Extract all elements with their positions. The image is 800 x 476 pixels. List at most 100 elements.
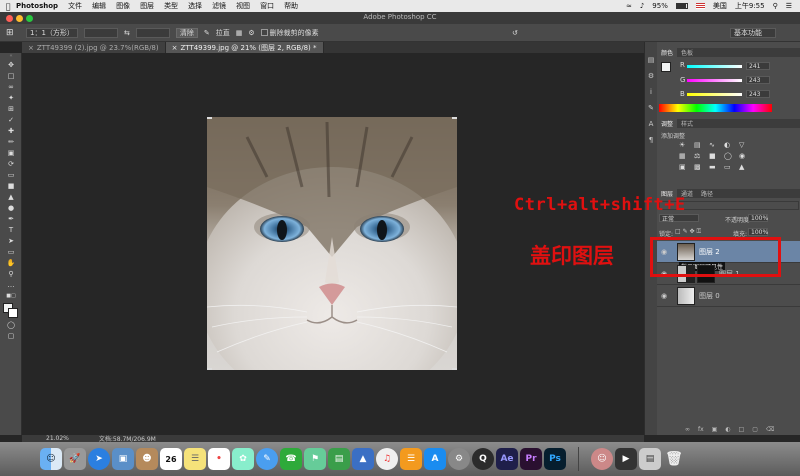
delete-cropped-option[interactable]: 删除裁剪的像素 (260, 28, 319, 38)
menu-app-name[interactable]: Photoshop (16, 2, 58, 10)
fill-value[interactable]: 100% (748, 228, 768, 236)
blend-mode-select[interactable]: 正常 (659, 214, 699, 223)
blur-tool-icon[interactable]: ▲ (0, 191, 22, 202)
selective-color-icon[interactable]: ▲ (739, 163, 751, 171)
eraser-tool-icon[interactable]: ▭ (0, 169, 22, 180)
posterize-icon[interactable]: ▩ (694, 163, 706, 171)
b-value[interactable]: 243 (746, 90, 770, 98)
history-brush-tool-icon[interactable]: ⟳ (0, 158, 22, 169)
photo-filter-icon[interactable]: ◯ (724, 152, 736, 160)
layer-name[interactable]: 图层 0 (699, 291, 720, 301)
menu-window[interactable]: 窗口 (260, 1, 274, 11)
documents-stack-icon[interactable]: ▤ (639, 448, 661, 470)
clock[interactable]: 上午9:55 (735, 1, 765, 11)
menu-select[interactable]: 选择 (188, 1, 202, 11)
curves-icon[interactable]: ∿ (709, 141, 721, 149)
contacts-icon[interactable]: ☻ (136, 448, 158, 470)
new-layer-icon[interactable]: ▢ (752, 426, 758, 433)
g-value[interactable]: 243 (746, 76, 770, 84)
zoom-tool-icon[interactable]: ⚲ (0, 268, 22, 279)
movie-thumbnail-icon[interactable]: ▶ (615, 448, 637, 470)
type-tool-icon[interactable]: T (0, 224, 22, 235)
eyedropper-tool-icon[interactable]: ✓ (0, 114, 22, 125)
color-fg-swatch[interactable] (661, 62, 671, 72)
volume-icon[interactable]: ♪ (640, 2, 644, 10)
width-input[interactable] (84, 27, 118, 38)
clear-button[interactable]: 清除 (175, 27, 198, 38)
apple-icon[interactable]:  (0, 2, 16, 11)
menu-filter[interactable]: 滤镜 (212, 1, 226, 11)
color-balance-icon[interactable]: ⚖ (694, 152, 706, 160)
wifi-icon[interactable]: ≈ (626, 2, 632, 10)
crop-handle-bottom-right[interactable] (452, 368, 457, 370)
ratio-select[interactable]: 1：1（方形） (26, 27, 78, 38)
brightness-icon[interactable]: ☀ (679, 141, 691, 149)
straighten-icon[interactable]: ✎ (204, 29, 210, 37)
menu-help[interactable]: 帮助 (284, 1, 298, 11)
default-colors-icon[interactable]: ■□ (0, 290, 22, 301)
new-group-icon[interactable]: □ (739, 426, 745, 433)
black-white-icon[interactable]: ■ (709, 152, 721, 160)
tab-color[interactable]: 颜色 (657, 48, 678, 57)
character-panel-icon[interactable]: A (645, 120, 657, 136)
photoshop-icon[interactable]: Ps (544, 448, 566, 470)
marquee-tool-icon[interactable]: □ (0, 70, 22, 81)
quick-select-tool-icon[interactable]: ✦ (0, 92, 22, 103)
hue-saturation-icon[interactable]: ▦ (679, 152, 691, 160)
paragraph-panel-icon[interactable]: ¶ (645, 136, 657, 152)
tab-close-icon[interactable]: × (172, 44, 178, 52)
battery-percent[interactable]: 95% (652, 2, 668, 10)
opacity-value[interactable]: 100% (748, 214, 768, 222)
menu-type[interactable]: 类型 (164, 1, 178, 11)
quick-mask-icon[interactable]: ◯ (0, 319, 22, 330)
invert-icon[interactable]: ▣ (679, 163, 691, 171)
channel-mixer-icon[interactable]: ◉ (739, 152, 751, 160)
menu-file[interactable]: 文件 (68, 1, 82, 11)
tab-styles[interactable]: 样式 (677, 119, 697, 128)
eye-icon[interactable]: ◉ (657, 292, 671, 300)
delete-cropped-checkbox[interactable] (260, 29, 268, 36)
layer-row-0[interactable]: ◉ 图层 0 (657, 285, 800, 307)
shape-tool-icon[interactable]: ▭ (0, 246, 22, 257)
photos-icon[interactable]: ✿ (232, 448, 254, 470)
crop-settings-icon[interactable]: ⚙ (248, 29, 254, 37)
menu-layer[interactable]: 图层 (140, 1, 154, 11)
facetime-icon[interactable]: ☎ (280, 448, 302, 470)
lock-icons[interactable]: □ ✎ ✥ ⚿ (675, 228, 701, 236)
b-slider[interactable] (687, 93, 742, 96)
tab-paths[interactable]: 路径 (697, 189, 717, 198)
path-select-tool-icon[interactable]: ➤ (0, 235, 22, 246)
more-tools-icon[interactable]: … (0, 279, 22, 290)
notes-icon[interactable]: ☰ (184, 448, 206, 470)
crop-tool-icon[interactable]: ⊞ (6, 28, 14, 38)
r-slider[interactable] (687, 65, 742, 68)
spotlight-icon[interactable]: ⚲ (773, 2, 778, 10)
menu-image[interactable]: 图像 (116, 1, 130, 11)
crop-handle-top-left[interactable] (207, 117, 212, 119)
vibrance-icon[interactable]: ▽ (739, 141, 751, 149)
keynote-icon[interactable]: ▲ (352, 448, 374, 470)
app-store-icon[interactable]: A (424, 448, 446, 470)
cat-face-image[interactable] (207, 117, 457, 370)
new-adjustment-icon[interactable]: ◐ (725, 426, 730, 433)
user-avatar-icon[interactable]: ☺ (591, 448, 613, 470)
lasso-tool-icon[interactable]: ∞ (0, 81, 22, 92)
preview-icon[interactable]: ▣ (112, 448, 134, 470)
g-slider[interactable] (687, 79, 742, 82)
trash-icon[interactable]: 🗑 (663, 448, 685, 470)
itunes-icon[interactable]: ♫ (376, 448, 398, 470)
crop-handle-bottom-left[interactable] (207, 368, 212, 370)
pen-tool-icon[interactable]: ✒ (0, 213, 22, 224)
move-tool-icon[interactable]: ✥ (0, 59, 22, 70)
brush-panel-icon[interactable]: ✎ (645, 104, 657, 120)
safari-icon[interactable]: ➤ (88, 448, 110, 470)
swap-icon[interactable]: ⇆ (124, 29, 130, 37)
tab-adjustments[interactable]: 调整 (657, 119, 678, 128)
reminders-icon[interactable]: • (208, 448, 230, 470)
premiere-icon[interactable]: Pr (520, 448, 542, 470)
healing-tool-icon[interactable]: ✚ (0, 125, 22, 136)
numbers-icon[interactable]: ▤ (328, 448, 350, 470)
height-input[interactable] (135, 27, 170, 38)
gradient-map-icon[interactable]: ▭ (724, 163, 736, 171)
link-layers-icon[interactable]: ∞ (685, 426, 690, 433)
